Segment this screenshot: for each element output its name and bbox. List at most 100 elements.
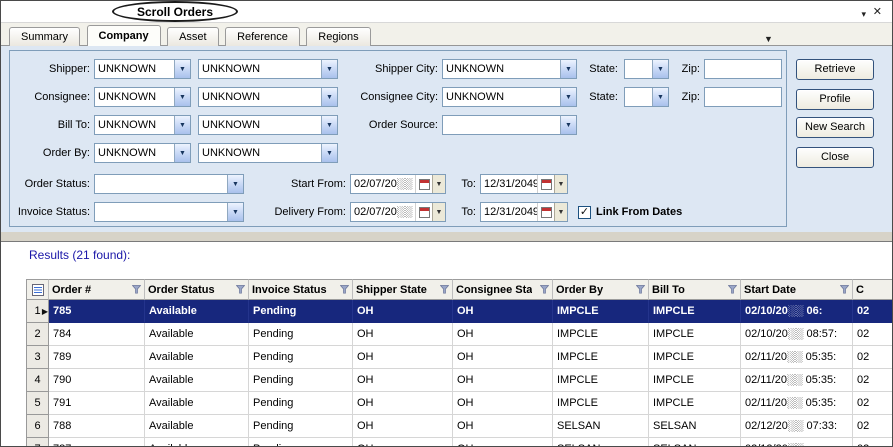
dropdown-arrow-icon[interactable]: ▼ [174,88,190,106]
grid-cell[interactable]: OH [353,438,453,447]
consignee-state-combo[interactable]: ▼ [624,87,669,107]
grid-cell[interactable]: 02 [853,323,892,346]
grid-cell[interactable]: Available [145,392,249,415]
calendar-icon[interactable] [415,175,432,193]
dropdown-arrow-icon[interactable]: ▼ [227,175,243,193]
tab-reference[interactable]: Reference [225,27,300,46]
grid-cell[interactable]: SELSAN [649,438,741,447]
grid-cell[interactable]: Pending [249,438,353,447]
grid-cell[interactable]: OH [353,369,453,392]
new-search-button[interactable]: New Search [796,117,874,138]
table-row[interactable]: 1▶ 785 Available Pending OH OH IMPCLE IM… [26,300,892,323]
table-row[interactable]: 2 784 Available Pending OH OH IMPCLE IMP… [26,323,892,346]
row-number[interactable]: 1▶ [26,300,49,323]
grid-cell[interactable]: OH [453,438,553,447]
invoice-status-combo[interactable]: ▼ [94,202,244,222]
grid-cell[interactable]: IMPCLE [553,300,649,323]
calendar-icon[interactable] [537,175,554,193]
table-row[interactable]: 5 791 Available Pending OH OH IMPCLE IMP… [26,392,892,415]
grid-cell[interactable]: Available [145,369,249,392]
col-header-shipper-state[interactable]: Shipper State [353,279,453,300]
grid-cell[interactable]: OH [453,392,553,415]
grid-cell[interactable]: Pending [249,346,353,369]
grid-cell[interactable]: IMPCLE [649,369,741,392]
grid-cell[interactable]: 02/11/20░░ 05:35: [741,392,853,415]
consignee-city-combo[interactable]: UNKNOWN ▼ [442,87,577,107]
col-header-c[interactable]: C [853,279,892,300]
col-header-start-date[interactable]: Start Date [741,279,853,300]
col-header-order-status[interactable]: Order Status [145,279,249,300]
grid-cell[interactable]: 02 [853,415,892,438]
window-dropdown-icon[interactable]: ▾ [861,7,866,21]
grid-cell[interactable]: 02/12/20░░ 07:33: [741,415,853,438]
grid-cell[interactable]: Available [145,346,249,369]
start-from-date[interactable]: 02/07/20░░ ▼ [350,174,446,194]
tab-company[interactable]: Company [87,25,161,46]
grid-cell[interactable]: IMPCLE [553,323,649,346]
grid-cell[interactable]: 787 [49,438,145,447]
shipper-zip-input[interactable] [704,59,782,79]
grid-cell[interactable]: 02 [853,438,892,447]
order-status-combo[interactable]: ▼ [94,174,244,194]
order-by-combo-1[interactable]: UNKNOWN ▼ [94,143,191,163]
grid-cell[interactable]: IMPCLE [649,300,741,323]
grid-cell[interactable]: IMPCLE [649,392,741,415]
filter-icon[interactable] [728,285,737,294]
grid-cell[interactable]: 02 [853,346,892,369]
row-number[interactable]: 6 [26,415,49,438]
grid-cell[interactable]: IMPCLE [649,323,741,346]
grid-cell[interactable]: OH [453,323,553,346]
grid-cell[interactable]: OH [453,369,553,392]
col-header-invoice-status[interactable]: Invoice Status [249,279,353,300]
shipper-city-combo[interactable]: UNKNOWN ▼ [442,59,577,79]
shipper-state-combo[interactable]: ▼ [624,59,669,79]
grid-cell[interactable]: 789 [49,346,145,369]
grid-cell[interactable]: OH [453,415,553,438]
grid-cell[interactable]: OH [453,346,553,369]
grid-cell[interactable]: SELSAN [553,438,649,447]
date-dropdown-arrow-icon[interactable]: ▼ [554,203,567,221]
grid-cell[interactable]: 02 [853,300,892,323]
filter-icon[interactable] [440,285,449,294]
grid-cell[interactable]: OH [353,346,453,369]
row-number[interactable]: 2 [26,323,49,346]
grid-cell[interactable]: IMPCLE [553,392,649,415]
filter-icon[interactable] [340,285,349,294]
consignee-combo-1[interactable]: UNKNOWN ▼ [94,87,191,107]
grid-cell[interactable]: 788 [49,415,145,438]
dropdown-arrow-icon[interactable]: ▼ [652,88,668,106]
grid-cell[interactable]: 784 [49,323,145,346]
link-from-dates-checkbox[interactable]: ✓ [578,206,591,219]
col-header-order-by[interactable]: Order By [553,279,649,300]
start-to-date[interactable]: 12/31/2049 ▼ [480,174,568,194]
grid-cell[interactable]: 785 [49,300,145,323]
calendar-icon[interactable] [537,203,554,221]
grid-cell[interactable]: OH [353,415,453,438]
tab-regions[interactable]: Regions [306,27,370,46]
filter-icon[interactable] [840,285,849,294]
order-source-combo[interactable]: ▼ [442,115,577,135]
order-by-combo-2[interactable]: UNKNOWN ▼ [198,143,338,163]
grid-cell[interactable]: IMPCLE [649,346,741,369]
grid-cell[interactable]: OH [353,392,453,415]
grid-cell[interactable]: OH [453,300,553,323]
close-icon[interactable]: ✕ [873,5,882,19]
bill-to-combo-1[interactable]: UNKNOWN ▼ [94,115,191,135]
grid-cell[interactable]: 02/10/20░░ 08:57: [741,323,853,346]
grid-corner-cell[interactable] [26,279,49,300]
date-dropdown-arrow-icon[interactable]: ▼ [554,175,567,193]
dropdown-arrow-icon[interactable]: ▼ [174,60,190,78]
dropdown-arrow-icon[interactable]: ▼ [560,88,576,106]
filter-icon[interactable] [132,285,141,294]
close-button[interactable]: Close [796,147,874,168]
grid-cell[interactable]: OH [353,323,453,346]
tab-asset[interactable]: Asset [167,27,219,46]
filter-icon[interactable] [636,285,645,294]
table-row[interactable]: 7 787 Available Pending OH OH SELSAN SEL… [26,438,892,447]
grid-cell[interactable]: SELSAN [553,415,649,438]
dropdown-arrow-icon[interactable]: ▼ [321,144,337,162]
shipper-combo-1[interactable]: UNKNOWN ▼ [94,59,191,79]
delivery-from-date[interactable]: 02/07/20░░ ▼ [350,202,446,222]
row-number[interactable]: 3 [26,346,49,369]
grid-cell[interactable]: Pending [249,369,353,392]
